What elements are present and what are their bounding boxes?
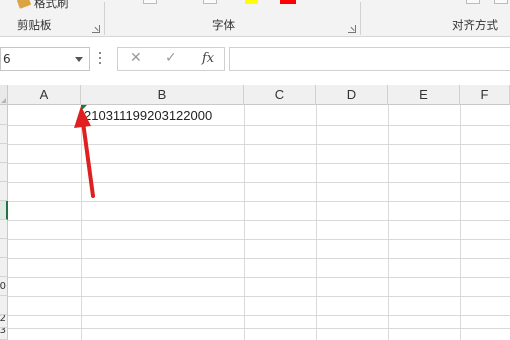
row-header[interactable]: [0, 239, 8, 258]
name-box[interactable]: 6: [0, 47, 90, 71]
clipboard-launcher-icon[interactable]: [92, 25, 100, 33]
column-header-f[interactable]: F: [460, 85, 510, 105]
row-header[interactable]: [0, 144, 8, 163]
insert-function-icon[interactable]: fx: [202, 51, 214, 66]
column-header-d[interactable]: D: [316, 85, 388, 105]
font-button[interactable]: [203, 0, 217, 4]
row-header[interactable]: [0, 182, 8, 201]
gridline: [8, 239, 510, 240]
gridline: [8, 296, 510, 297]
column-header-c[interactable]: C: [244, 85, 316, 105]
format-painter-button[interactable]: 格式刷: [34, 0, 69, 11]
format-painter-icon[interactable]: [16, 0, 32, 9]
gridline: [81, 105, 82, 340]
gridline: [8, 144, 510, 145]
gridline: [8, 125, 510, 126]
error-indicator-icon[interactable]: [81, 105, 87, 111]
gridline: [316, 105, 317, 340]
alignment-button[interactable]: [466, 0, 480, 4]
alignment-group-label: 对齐方式: [452, 18, 498, 32]
row-header[interactable]: [0, 125, 8, 144]
formula-buttons: ✕ ✓ fx: [117, 47, 225, 71]
font-button[interactable]: [143, 0, 157, 4]
clipboard-group-label: 剪贴板: [17, 18, 52, 32]
select-all-button[interactable]: [0, 85, 8, 105]
ribbon: 格式刷 剪贴板 字体 对齐方式: [0, 0, 510, 37]
font-group-label: 字体: [212, 18, 235, 32]
font-group: 字体: [105, 0, 360, 37]
row-header[interactable]: [0, 105, 8, 125]
row-header[interactable]: [0, 220, 8, 239]
gridline: [8, 315, 510, 316]
formula-bar: 6 ✕ ✓ fx: [0, 37, 510, 85]
cell-b1[interactable]: 210311199203122000: [82, 106, 244, 125]
column-header-e[interactable]: E: [388, 85, 460, 105]
row-header[interactable]: 0: [0, 277, 8, 296]
gridline: [8, 258, 510, 259]
gridline: [244, 105, 245, 340]
cancel-icon[interactable]: ✕: [130, 50, 142, 66]
chevron-down-icon[interactable]: [75, 57, 83, 62]
gridline: [460, 105, 461, 340]
row-header[interactable]: [0, 163, 8, 182]
formula-input[interactable]: [229, 47, 510, 71]
font-color-swatch[interactable]: [280, 0, 296, 4]
gridline: [8, 182, 510, 183]
column-header-b[interactable]: B: [81, 85, 244, 105]
enter-icon[interactable]: ✓: [165, 50, 177, 66]
column-header-a[interactable]: A: [8, 85, 81, 105]
name-box-value: 6: [3, 52, 11, 66]
gridline: [8, 328, 510, 329]
gridline: [8, 163, 510, 164]
drag-handle-icon[interactable]: [99, 52, 102, 66]
row-header-selected[interactable]: [0, 201, 8, 220]
row-header[interactable]: [0, 258, 8, 277]
gridline: [8, 201, 510, 202]
alignment-button[interactable]: [494, 0, 508, 4]
clipboard-group: 格式刷 剪贴板: [0, 0, 104, 37]
row-header[interactable]: 3: [0, 328, 8, 340]
gridline: [8, 277, 510, 278]
gridline: [388, 105, 389, 340]
row-header[interactable]: [0, 296, 8, 315]
spreadsheet-grid: A B C D E F 0 2 3 210311199203122000: [0, 85, 510, 340]
alignment-group: 对齐方式: [361, 0, 510, 37]
gridline: [8, 220, 510, 221]
font-launcher-icon[interactable]: [348, 25, 356, 33]
row-header[interactable]: 2: [0, 315, 8, 328]
highlight-color-swatch[interactable]: [245, 0, 258, 4]
